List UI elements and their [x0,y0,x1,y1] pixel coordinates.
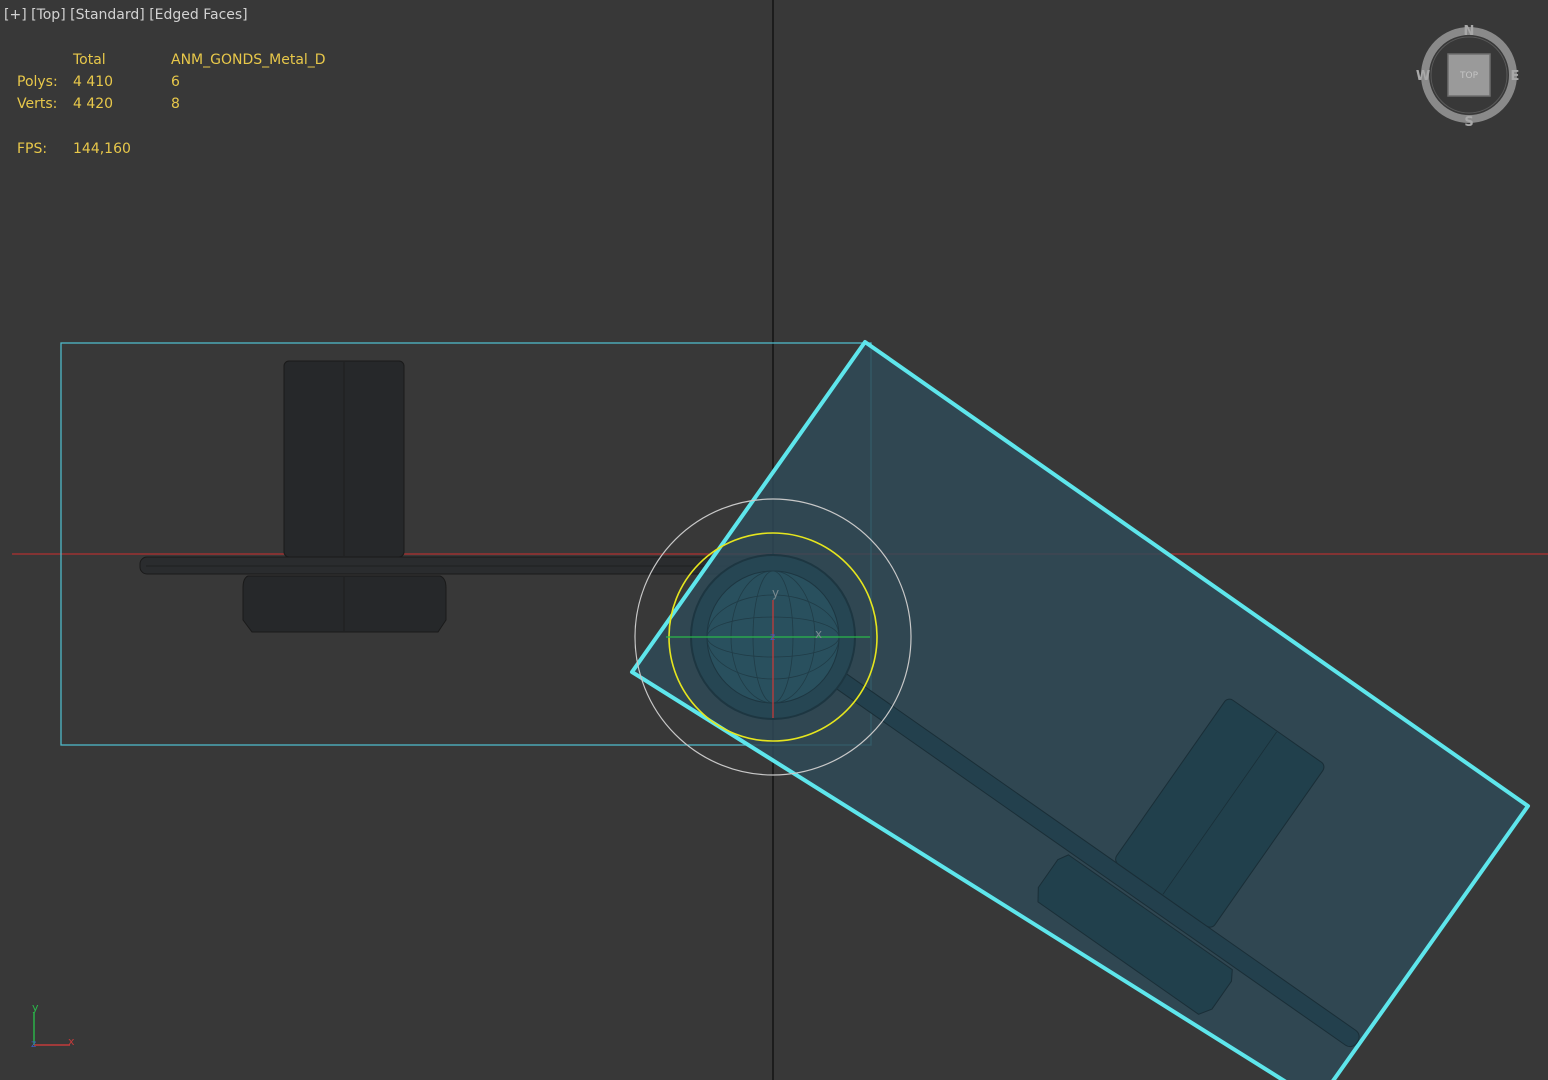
viewcube[interactable]: TOP N S W E [1416,24,1520,130]
tripod-y-label: y [32,1001,39,1014]
top-viewport[interactable]: x y z TOP N S W E x y z [+] [Top] [Stand… [0,0,1548,1080]
stats-verts-total: 4 420 [73,96,114,112]
tripod-x-label: x [68,1035,75,1048]
viewcube-face-label: TOP [1459,71,1479,81]
compass-north[interactable]: N [1464,24,1475,39]
viewport-scene[interactable]: x y z TOP N S W E x y z [0,0,1548,1080]
object-base [242,575,447,633]
viewport-menu-display-mode[interactable]: [Edged Faces] [149,7,247,23]
stats-col-selection: ANM_GONDS_Metal_D [171,52,326,68]
stats-verts-selection: 8 [171,96,180,112]
world-axis-tripod: x y z [31,1001,75,1050]
stats-polys-total: 4 410 [73,74,114,90]
viewport-label-bar: [+] [Top] [Standard] [Edged Faces] [4,7,248,23]
gizmo-x-label: x [815,627,822,641]
selected-object[interactable] [630,340,1530,1080]
compass-west[interactable]: W [1416,69,1430,84]
gizmo-z-label: z [770,632,775,643]
stats-polys-label: Polys: [17,74,58,90]
compass-east[interactable]: E [1511,69,1520,84]
gizmo-y-label: y [772,586,779,600]
stats-fps-value: 144,160 [73,141,131,157]
tripod-z-label: z [31,1039,36,1050]
compass-south[interactable]: S [1464,115,1473,130]
viewport-menu-view[interactable]: [Top] [31,7,66,23]
stats-verts-label: Verts: [17,96,58,112]
stats-polys-selection: 6 [171,74,180,90]
stats-col-total: Total [73,52,106,68]
viewport-menu-shading[interactable]: [Standard] [70,7,145,23]
stats-fps-label: FPS: [17,141,48,157]
viewport-menu-plus[interactable]: [+] [4,7,27,23]
